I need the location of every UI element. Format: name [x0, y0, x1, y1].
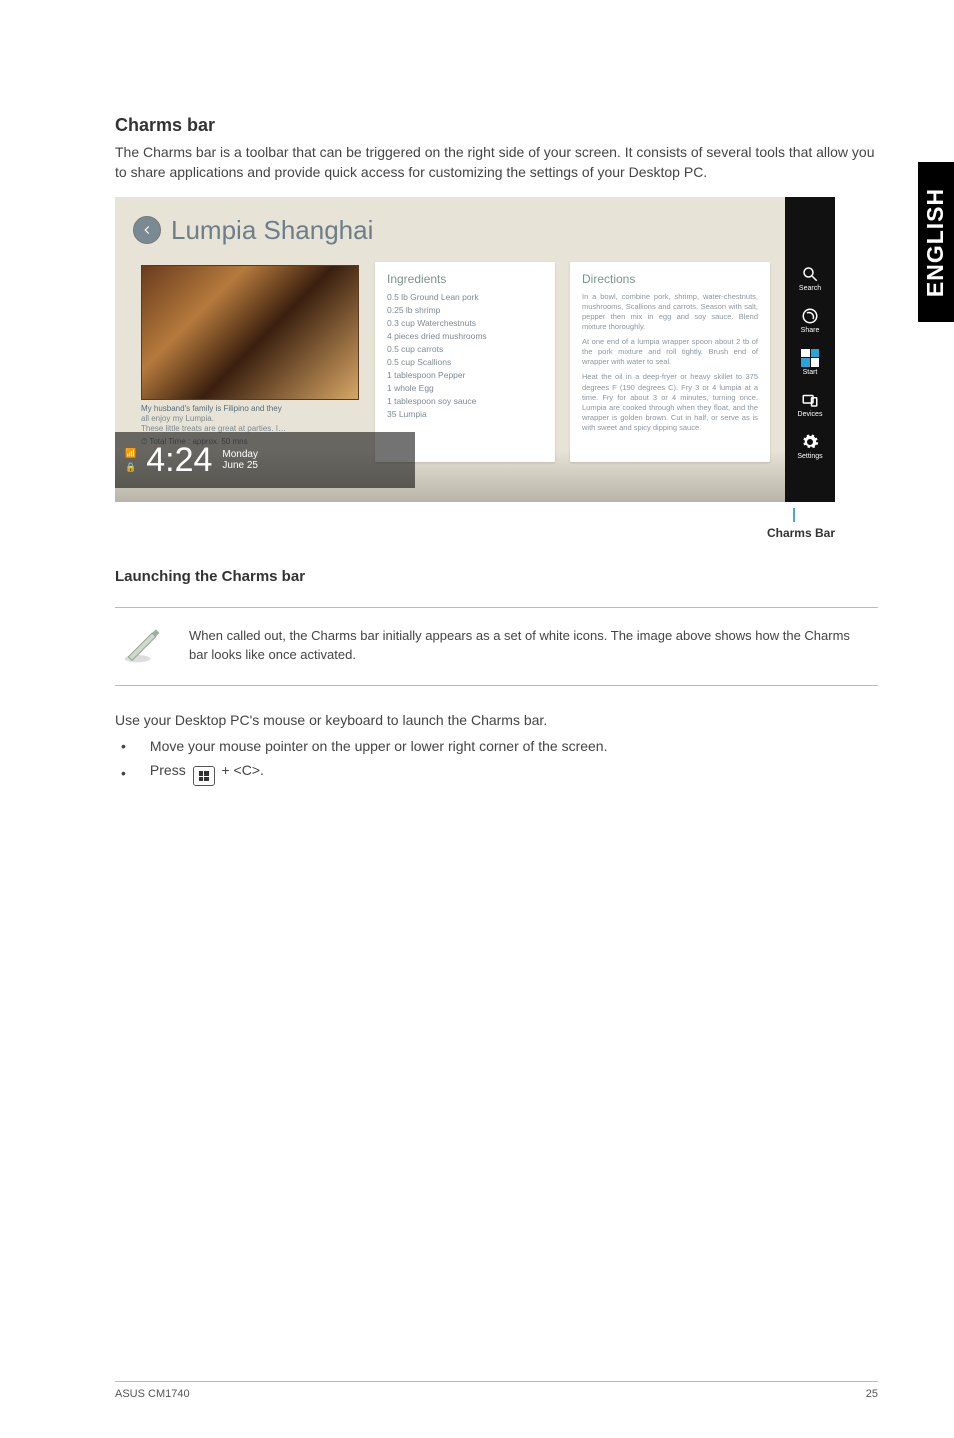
step-text-b: + <C>. — [221, 762, 263, 778]
charm-label: Share — [801, 327, 820, 334]
devices-icon — [801, 391, 819, 409]
windows-key-icon — [193, 766, 215, 786]
ingredient-item: 4 pieces dried mushrooms — [387, 331, 543, 341]
start-icon — [801, 349, 819, 367]
step-text-a: Press — [150, 762, 190, 778]
intro-paragraph: The Charms bar is a toolbar that can be … — [115, 142, 878, 183]
direction-step: Heat the oil in a deep-fryer or heavy sk… — [582, 372, 758, 433]
charm-settings[interactable]: Settings — [797, 433, 822, 460]
direction-step: In a bowl, combine pork, shrimp, water-c… — [582, 292, 758, 333]
subsection-heading: Launching the Charms bar — [115, 568, 878, 585]
clock-overlay: 📶 🔒 4:24 Monday June 25 — [115, 437, 268, 484]
instruction-text: Use your Desktop PC's mouse or keyboard … — [115, 712, 878, 728]
step-item: Move your mouse pointer on the upper or … — [121, 738, 878, 754]
note-text: When called out, the Charms bar initiall… — [189, 627, 872, 665]
charm-share[interactable]: Share — [801, 307, 820, 334]
direction-step: At one end of a lumpia wrapper spoon abo… — [582, 337, 758, 367]
ingredient-item: 1 tablespoon Pepper — [387, 370, 543, 380]
recipe-photo — [141, 265, 359, 400]
time-display: 4:24 — [146, 441, 212, 480]
search-icon — [801, 265, 819, 283]
ingredient-item: 0.25 lb shrimp — [387, 305, 543, 315]
lock-icon: 🔒 — [125, 462, 136, 473]
gear-icon — [801, 433, 819, 451]
charm-label: Start — [803, 369, 818, 376]
ingredients-title: Ingredients — [387, 272, 543, 286]
ingredient-item: 0.5 lb Ground Lean pork — [387, 292, 543, 302]
ingredients-card: Ingredients 0.5 lb Ground Lean pork 0.25… — [375, 262, 555, 462]
directions-card: Directions In a bowl, combine pork, shri… — [570, 262, 770, 462]
ingredients-list: 0.5 lb Ground Lean pork 0.25 lb shrimp 0… — [387, 292, 543, 419]
share-icon — [801, 307, 819, 325]
charm-devices[interactable]: Devices — [798, 391, 823, 418]
charm-label: Search — [799, 285, 821, 292]
callout-line — [115, 508, 835, 526]
note-block: When called out, the Charms bar initiall… — [115, 607, 878, 686]
charm-search[interactable]: Search — [799, 265, 821, 292]
ingredient-item: 0.5 cup Scallions — [387, 357, 543, 367]
date-display: June 25 — [222, 460, 258, 471]
ingredient-item: 0.5 cup carrots — [387, 344, 543, 354]
language-tab: ENGLISH — [918, 162, 954, 322]
ingredient-item: 1 tablespoon soy sauce — [387, 396, 543, 406]
back-button[interactable] — [133, 216, 161, 244]
footer-page-number: 25 — [866, 1388, 878, 1400]
ingredient-item: 0.3 cup Waterchestnuts — [387, 318, 543, 328]
signal-icon: 📶 — [125, 448, 136, 459]
app-title: Lumpia Shanghai — [171, 215, 373, 246]
directions-title: Directions — [582, 272, 758, 286]
arrow-left-icon — [140, 223, 154, 237]
charms-bar-screenshot: Lumpia Shanghai My husband's family is F… — [115, 197, 835, 502]
ingredient-item: 1 whole Egg — [387, 383, 543, 393]
recipe-left-panel: My husband's family is Filipino and they… — [141, 265, 359, 448]
charm-label: Devices — [798, 411, 823, 418]
charms-bar-panel: Search Share Start Devices Settings — [785, 197, 835, 502]
charm-start[interactable]: Start — [801, 349, 819, 376]
step-text: Move your mouse pointer on the upper or … — [150, 738, 608, 754]
section-heading: Charms bar — [115, 115, 878, 136]
footer-product: ASUS CM1740 — [115, 1388, 190, 1400]
step-item: Press + <C>. — [121, 762, 878, 786]
pen-icon — [121, 622, 165, 671]
charm-label: Settings — [797, 453, 822, 460]
screenshot-caption: Charms Bar — [115, 526, 835, 540]
day-display: Monday — [222, 449, 258, 460]
page-footer: ASUS CM1740 25 — [115, 1381, 878, 1400]
ingredient-item: 35 Lumpia — [387, 409, 543, 419]
language-label: ENGLISH — [923, 187, 950, 296]
